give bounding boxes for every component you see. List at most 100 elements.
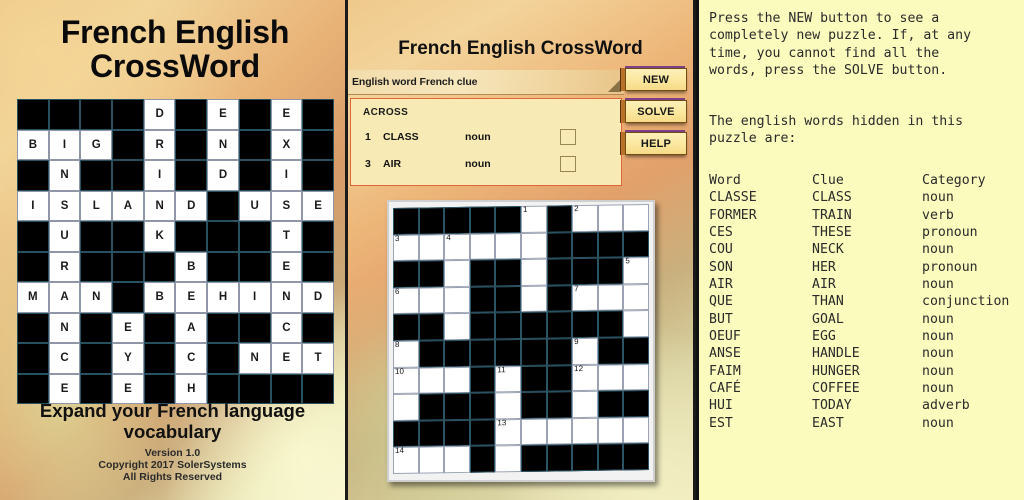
- left-grid-letter-cell: A: [48, 282, 81, 313]
- grid-entry-cell[interactable]: [520, 258, 547, 286]
- grid-cell-number: 3: [395, 233, 400, 243]
- grid-entry-cell[interactable]: 6: [393, 286, 419, 315]
- grid-entry-cell[interactable]: [597, 204, 624, 232]
- grid-block-cell: [546, 311, 573, 339]
- grid-entry-cell[interactable]: [623, 310, 649, 338]
- left-grid-letter-cell: R: [48, 251, 81, 282]
- grid-entry-cell[interactable]: 2: [572, 204, 598, 232]
- clue-answer-checkbox[interactable]: [560, 156, 576, 172]
- left-grid-letter-cell: U: [48, 221, 81, 252]
- grid-entry-cell[interactable]: [495, 232, 521, 260]
- grid-entry-cell[interactable]: [597, 284, 624, 312]
- left-grid-letter-cell: C: [48, 343, 81, 374]
- grid-entry-cell[interactable]: [393, 393, 419, 421]
- french-word: AIR: [709, 277, 733, 293]
- english-clue: EAST: [812, 415, 844, 431]
- grid-entry-cell[interactable]: [520, 285, 547, 313]
- grid-entry-cell[interactable]: [623, 283, 649, 311]
- grid-entry-cell[interactable]: 11: [495, 365, 521, 393]
- grid-entry-cell[interactable]: 13: [495, 418, 521, 446]
- left-grid-letter-cell: H: [207, 282, 239, 313]
- crossword-grid[interactable]: 1 2 3 4 5 6 7 8 9 10 11 12 13 14: [393, 203, 649, 474]
- left-grid-block-cell: [112, 129, 144, 160]
- solve-button[interactable]: SOLVE: [625, 98, 687, 123]
- grid-entry-cell[interactable]: [520, 418, 547, 446]
- grid-block-cell: [495, 312, 521, 340]
- grid-entry-cell[interactable]: [444, 259, 470, 287]
- grid-entry-cell[interactable]: [572, 390, 598, 418]
- grid-entry-cell[interactable]: [623, 416, 649, 444]
- word-list-row: COU NECK noun: [709, 241, 1024, 258]
- word-list-row: QUE THAN conjunction: [709, 293, 1024, 310]
- french-word: BUT: [709, 311, 733, 327]
- word-list-header-row: Word Clue Category: [709, 172, 1024, 189]
- grid-entry-cell[interactable]: [546, 417, 573, 445]
- grid-entry-cell[interactable]: [444, 313, 470, 341]
- word-category: noun: [922, 329, 954, 345]
- grid-block-cell: [469, 286, 496, 314]
- grid-entry-cell[interactable]: [597, 363, 624, 391]
- grid-cell-number: 9: [574, 337, 579, 347]
- new-button[interactable]: NEW: [625, 66, 687, 91]
- left-grid-block-cell: [302, 221, 334, 252]
- left-grid-block-cell: [238, 312, 271, 343]
- resize-handle-icon[interactable]: [608, 79, 621, 92]
- grid-block-cell: [572, 444, 598, 472]
- grid-cell-number: 4: [446, 232, 451, 242]
- grid-entry-cell[interactable]: [444, 366, 470, 394]
- grid-entry-cell[interactable]: [418, 446, 445, 474]
- grid-entry-cell[interactable]: [444, 286, 470, 314]
- left-grid-block-cell: [17, 160, 49, 191]
- grid-entry-cell[interactable]: [444, 446, 470, 474]
- grid-entry-cell[interactable]: [418, 366, 445, 394]
- help-button[interactable]: HELP: [625, 130, 687, 155]
- grid-cell-number: 12: [574, 363, 584, 373]
- left-rights: All Rights Reserved: [122, 470, 223, 483]
- clue-answer-checkbox[interactable]: [560, 129, 576, 145]
- english-clue: AIR: [812, 277, 836, 293]
- grid-entry-cell[interactable]: [572, 417, 598, 445]
- grid-entry-cell[interactable]: [520, 232, 547, 260]
- grid-block-cell: [572, 231, 598, 259]
- word-category: noun: [922, 346, 954, 362]
- grid-entry-cell[interactable]: [623, 203, 649, 231]
- left-grid-letter-cell: N: [80, 282, 113, 313]
- left-grid-block-cell: [302, 312, 334, 343]
- english-clue: THESE: [812, 225, 852, 241]
- left-grid-letter-cell: A: [112, 190, 144, 221]
- word-clue-header-bar[interactable]: English word French clue: [348, 70, 624, 95]
- grid-entry-cell[interactable]: [597, 417, 624, 445]
- left-grid-letter-cell: U: [238, 190, 271, 221]
- grid-entry-cell[interactable]: 7: [572, 284, 598, 312]
- left-grid-block-cell: [238, 221, 271, 252]
- grid-entry-cell[interactable]: [469, 232, 496, 260]
- grid-entry-cell[interactable]: [623, 363, 649, 391]
- grid-entry-cell[interactable]: [418, 233, 445, 261]
- grid-entry-cell[interactable]: 5: [623, 256, 649, 285]
- grid-block-cell: [546, 391, 573, 419]
- grid-entry-cell[interactable]: 3: [393, 233, 419, 262]
- clue-row[interactable]: 1 CLASS noun: [359, 129, 613, 145]
- grid-entry-cell[interactable]: [495, 392, 521, 420]
- grid-block-cell: [418, 419, 445, 447]
- grid-entry-cell[interactable]: 12: [572, 363, 598, 392]
- grid-entry-cell[interactable]: [418, 286, 445, 314]
- grid-entry-cell[interactable]: 9: [572, 337, 598, 365]
- clue-row[interactable]: 3 AIR noun: [359, 156, 613, 172]
- grid-block-cell: [623, 443, 649, 471]
- grid-entry-cell[interactable]: 1: [520, 205, 547, 233]
- grid-block-cell: [623, 390, 649, 418]
- grid-entry-cell[interactable]: 4: [444, 232, 470, 261]
- left-grid-block-cell: [112, 160, 144, 191]
- grid-block-cell: [520, 444, 547, 472]
- grid-cell-number: 5: [625, 256, 630, 266]
- grid-entry-cell[interactable]: [495, 445, 521, 473]
- grid-cell-number: 6: [395, 286, 400, 296]
- left-grid-block-cell: [112, 99, 144, 130]
- left-grid-letter-cell: L: [80, 190, 113, 221]
- grid-block-cell: [469, 206, 496, 234]
- crossword-board[interactable]: 1 2 3 4 5 6 7 8 9 10 11 12 13 14: [387, 200, 655, 482]
- grid-entry-cell[interactable]: 10: [393, 366, 419, 395]
- grid-entry-cell[interactable]: 8: [393, 340, 419, 368]
- grid-entry-cell[interactable]: 14: [393, 446, 419, 474]
